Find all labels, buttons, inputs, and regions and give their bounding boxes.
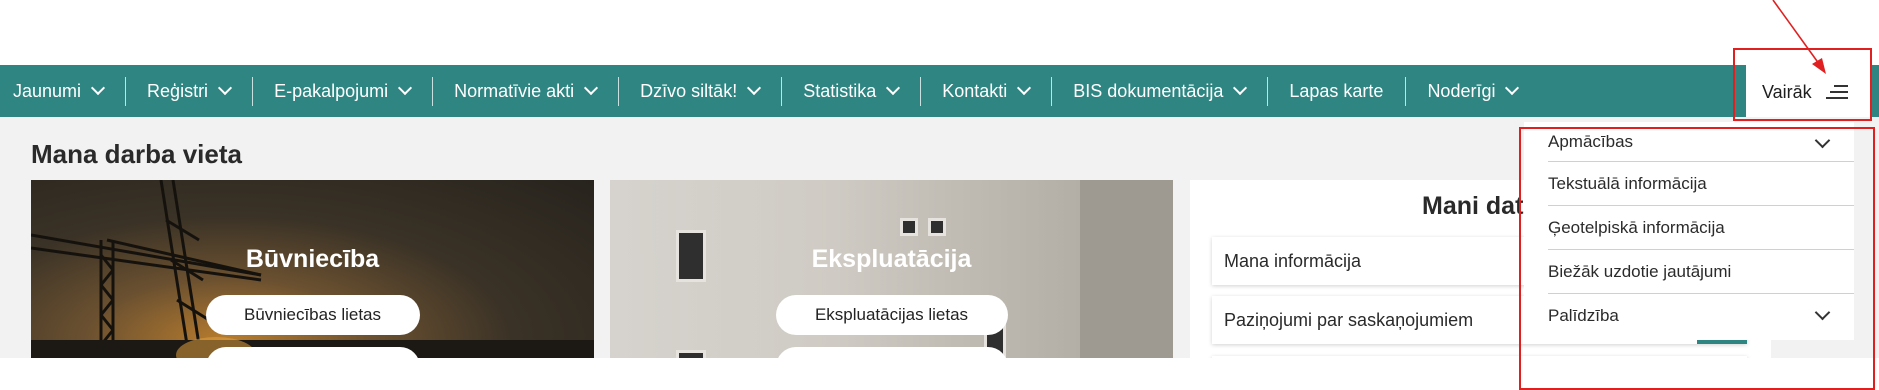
menu-item-biezak-uzdotie-jautajumi[interactable]: Biežāk uzdotie jautājumi xyxy=(1548,250,1854,294)
card-title: Būvniecība xyxy=(245,245,380,273)
panel-title: Mani dat xyxy=(1422,192,1524,220)
chevron-down-icon xyxy=(90,80,106,96)
chevron-down-icon xyxy=(1814,304,1831,321)
nav-item-kontakti[interactable]: Kontakti xyxy=(920,65,1051,117)
nav-item-jaunumi[interactable]: Jaunumi xyxy=(0,65,125,117)
building-window xyxy=(676,350,706,358)
nav-item-label: Dzīvo siltāk! xyxy=(640,80,738,101)
exploitation-card: Ekspluatācija Ekspluatācijas lietas xyxy=(610,180,1173,358)
menu-item-apmacibas[interactable]: Apmācības xyxy=(1548,122,1854,162)
menu-item-label: Biežāk uzdotie jautājumi xyxy=(1548,261,1732,281)
data-row[interactable] xyxy=(1212,356,1747,358)
construction-cases-button[interactable]: Būvniecības lietas xyxy=(205,295,420,335)
nav-item-normativie-akti[interactable]: Normatīvie akti xyxy=(432,65,618,117)
nav-item-label: BIS dokumentācija xyxy=(1073,80,1224,101)
menu-item-label: Apmācības xyxy=(1548,131,1634,151)
exploitation-cases-button[interactable]: Ekspluatācijas lietas xyxy=(775,295,1008,335)
nav-item-noderigi[interactable]: Noderīgi xyxy=(1405,65,1539,117)
menu-item-label: Ģeotelpiskā informācija xyxy=(1548,217,1725,237)
chevron-down-icon xyxy=(1233,80,1248,96)
row-label: Paziņojumi par saskaņojumiem xyxy=(1224,309,1474,330)
menu-item-label: Palīdzība xyxy=(1548,306,1619,325)
nav-item-label: E-pakalpojumi xyxy=(274,80,389,101)
chevron-down-icon xyxy=(398,80,413,96)
nav-item-label: Noderīgi xyxy=(1427,80,1496,101)
card-title: Ekspluatācija xyxy=(811,245,972,273)
exploitation-secondary-button[interactable] xyxy=(775,347,1008,358)
nav-item-label: Reģistri xyxy=(147,80,209,101)
more-menu-button[interactable]: Vairāk xyxy=(1746,65,1870,119)
chevron-down-icon xyxy=(217,80,233,96)
chevron-down-icon xyxy=(886,80,901,96)
nav-items: Jaunumi Reģistri E-pakalpojumi Normatīvi… xyxy=(0,65,1539,117)
nav-item-lapas-karte[interactable]: Lapas karte xyxy=(1267,65,1405,117)
chevron-down-icon xyxy=(1505,80,1520,96)
main-navigation: Jaunumi Reģistri E-pakalpojumi Normatīvi… xyxy=(0,65,1879,117)
building-window xyxy=(928,218,946,236)
nav-item-statistika[interactable]: Statistika xyxy=(781,65,920,117)
construction-card: Būvniecība Būvniecības lietas xyxy=(31,180,594,358)
nav-item-label: Statistika xyxy=(803,80,877,101)
nav-item-e-pakalpojumi[interactable]: E-pakalpojumi xyxy=(252,65,432,117)
chevron-down-icon xyxy=(1814,132,1831,149)
menu-item-label: Tekstuālā informācija xyxy=(1548,173,1707,193)
menu-item-geotelpiska-informacija[interactable]: Ģeotelpiskā informācija xyxy=(1548,206,1854,250)
nav-item-label: Lapas karte xyxy=(1289,80,1384,101)
more-dropdown-menu: Apmācības Tekstuālā informācija Ģeotelpi… xyxy=(1524,122,1854,340)
chevron-down-icon xyxy=(747,80,762,96)
menu-item-palidziba[interactable]: Palīdzība xyxy=(1548,294,1854,338)
nav-item-registri[interactable]: Reģistri xyxy=(125,65,252,117)
chevron-down-icon xyxy=(1017,80,1032,96)
hamburger-menu-icon xyxy=(1825,85,1848,99)
nav-item-label: Kontakti xyxy=(942,80,1008,101)
nav-item-dzivo-siltak[interactable]: Dzīvo siltāk! xyxy=(618,65,781,117)
more-button-label: Vairāk xyxy=(1762,81,1812,102)
building-window xyxy=(900,218,918,236)
nav-item-bis-dokumentacija[interactable]: BIS dokumentācija xyxy=(1051,65,1267,117)
chevron-down-icon xyxy=(584,80,599,96)
menu-item-tekstuala-informacija[interactable]: Tekstuālā informācija xyxy=(1548,162,1854,206)
row-label: Mana informācija xyxy=(1224,250,1362,271)
construction-secondary-button[interactable] xyxy=(205,347,420,358)
nav-item-label: Jaunumi xyxy=(13,80,82,101)
page-title: Mana darba vieta xyxy=(31,139,242,169)
nav-item-label: Normatīvie akti xyxy=(454,80,575,101)
